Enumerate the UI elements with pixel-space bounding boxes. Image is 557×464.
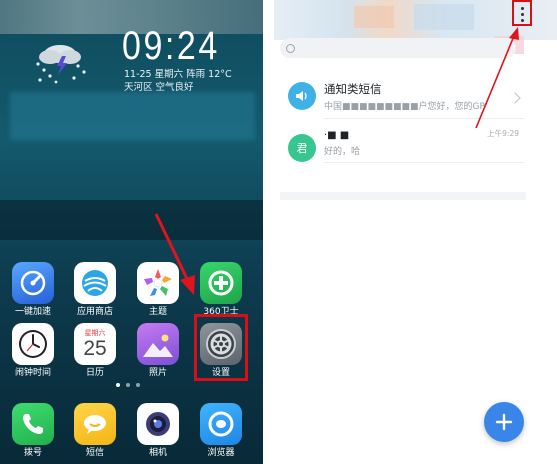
app-security-360[interactable]: 360卫士	[193, 262, 249, 318]
blur-patch	[414, 4, 474, 30]
app-browser[interactable]: 浏览器	[193, 403, 249, 459]
section-divider	[280, 192, 526, 200]
app-phone[interactable]: 拨号	[5, 403, 61, 459]
messages-screen: 通知类短信 中国■■■■■■■■■户您好，您的GP 君 ·■ ■ 好的，哈 上午…	[274, 0, 557, 464]
divider	[324, 118, 524, 119]
page-dot[interactable]	[136, 383, 140, 387]
security-360-icon	[200, 262, 242, 304]
app-alarm-clock[interactable]: 闹钟时间	[5, 323, 61, 379]
contact-avatar: 君	[288, 134, 316, 162]
new-message-button[interactable]	[484, 402, 524, 442]
search-bar[interactable]	[280, 38, 516, 58]
conversation-preview: 中国■■■■■■■■■户您好，您的GP	[324, 102, 485, 112]
home-screen: 09:24 11-25 星期六 阵雨 12°C 天河区 空气良好 一键加速 应用…	[0, 0, 263, 464]
app-label: 相机	[148, 448, 167, 458]
theme-icon	[137, 262, 179, 304]
blur-patch	[354, 6, 394, 28]
photos-icon	[137, 323, 179, 365]
speed-boost-icon	[12, 262, 54, 304]
clock-time: 09:24	[122, 24, 220, 68]
calendar-icon: 星期六 25	[74, 323, 116, 365]
menu-highlight-box	[512, 0, 532, 26]
settings-highlight-box	[194, 314, 248, 381]
search-icon	[286, 43, 295, 53]
alarm-clock-icon	[12, 323, 54, 365]
clock-location-line: 天河区 空气良好	[124, 82, 194, 93]
app-camera[interactable]: 相机	[130, 403, 186, 459]
conversation-row[interactable]: 通知类短信 中国■■■■■■■■■户您好，您的GP	[274, 72, 557, 128]
calendar-day: 25	[83, 337, 107, 360]
conversation-title: ·■ ■	[324, 130, 350, 141]
app-label: 浏览器	[207, 448, 235, 458]
app-label: 照片	[148, 368, 167, 378]
conversation-time: 上午9:29	[487, 129, 519, 138]
page-dot-active[interactable]	[116, 383, 120, 387]
app-store-icon	[74, 262, 116, 304]
conversation-row[interactable]: 君 ·■ ■ 好的，哈 上午9:29	[274, 124, 557, 180]
app-photos[interactable]: 照片	[130, 323, 186, 379]
phone-icon	[12, 403, 54, 445]
camera-icon	[137, 403, 179, 445]
clock-date-line: 11-25 星期六 阵雨 12°C	[124, 69, 232, 80]
wallpaper-glow	[10, 92, 255, 140]
app-speed-boost[interactable]: 一键加速	[5, 262, 61, 318]
app-label: 短信	[85, 448, 104, 458]
browser-icon	[200, 403, 242, 445]
app-label: 一键加速	[14, 307, 51, 317]
divider	[324, 162, 524, 163]
page-dot[interactable]	[126, 383, 130, 387]
clock-info: 11-25 星期六 阵雨 12°C 天河区 空气良好	[124, 68, 232, 94]
conversation-preview: 好的，哈	[324, 147, 361, 157]
speaker-icon	[296, 91, 307, 101]
rain-cloud-icon	[36, 45, 86, 84]
plus-icon	[495, 413, 513, 431]
conversation-title: 通知类短信	[324, 82, 382, 96]
app-store[interactable]: 应用商店	[67, 262, 123, 318]
notification-avatar	[288, 82, 316, 110]
app-label: 拨号	[23, 448, 42, 458]
wallpaper-band	[0, 200, 263, 240]
app-theme[interactable]: 主题	[130, 262, 186, 318]
app-calendar[interactable]: 星期六 25 日历	[67, 323, 123, 379]
app-label: 应用商店	[76, 307, 113, 317]
chevron-right-icon	[509, 92, 521, 104]
app-label: 主题	[148, 307, 167, 317]
app-sms[interactable]: 短信	[67, 403, 123, 459]
app-label: 闹钟时间	[14, 368, 51, 378]
app-label: 日历	[85, 368, 104, 378]
page-indicator	[116, 383, 140, 387]
sms-icon	[74, 403, 116, 445]
